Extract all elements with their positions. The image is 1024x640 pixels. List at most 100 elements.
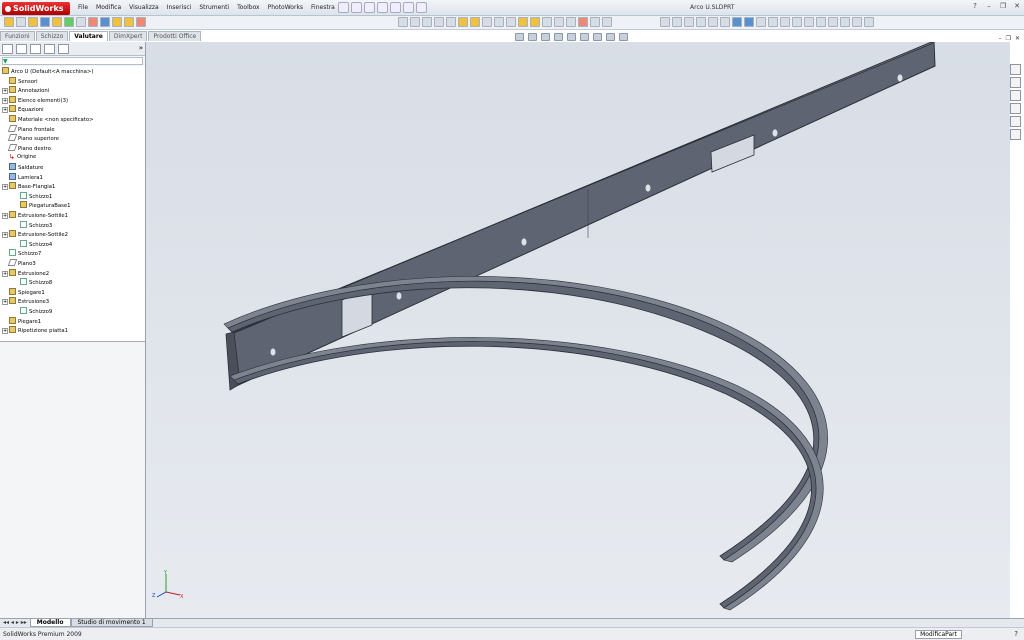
apply-scene-icon[interactable] [619, 33, 628, 41]
print-icon[interactable] [377, 2, 388, 13]
expand-toggle-icon[interactable]: + [2, 299, 8, 306]
zoom-fit-icon[interactable] [398, 17, 408, 27]
photo-icon[interactable] [660, 17, 670, 27]
propertymanager-tab-icon[interactable] [16, 44, 27, 54]
appearances-icon[interactable] [1010, 116, 1021, 127]
properties-icon[interactable] [852, 17, 862, 27]
equations-icon[interactable] [64, 17, 74, 27]
tab-dimxpert[interactable]: DimXpert [108, 31, 148, 41]
zebra-stripes-icon[interactable] [76, 17, 86, 27]
expand-toggle-icon[interactable]: + [2, 232, 8, 239]
hide-show-hud-icon[interactable] [593, 33, 602, 41]
view-palette-icon[interactable] [1010, 103, 1021, 114]
check-icon[interactable] [52, 17, 62, 27]
tree-item[interactable]: Sensori [2, 76, 38, 86]
tree-item[interactable]: Piano3 [2, 259, 36, 268]
expand-panel-icon[interactable]: » [139, 44, 143, 54]
tab-modello[interactable]: Modello [29, 619, 71, 627]
tree-item[interactable]: Spiegare1 [2, 287, 45, 297]
tree-item[interactable]: Schizzo1 [20, 191, 52, 201]
tree-root[interactable]: Arco U (Default<A macchina>) [2, 67, 93, 76]
section-view-icon[interactable] [482, 17, 492, 27]
inner-arc-band[interactable] [233, 341, 817, 609]
tree-item[interactable]: Schizzo8 [20, 278, 52, 287]
curvature-icon[interactable] [88, 17, 98, 27]
restore-icon[interactable]: ❐ [998, 2, 1008, 10]
tree-item[interactable]: ↳ Origine [2, 153, 36, 162]
draft-analysis-icon[interactable] [100, 17, 110, 27]
tree-item[interactable]: + Estrusione-Sottile2 [2, 230, 68, 239]
tree-item[interactable]: + Base-Flangia1 [2, 182, 55, 191]
measure-icon[interactable] [4, 17, 14, 27]
menu-toolbox[interactable]: Toolbox [233, 3, 264, 13]
hatch-icon[interactable] [828, 17, 838, 27]
expand-toggle-icon[interactable]: + [2, 88, 8, 95]
beam-hole-4[interactable] [521, 238, 527, 246]
viewport-minimize-icon[interactable]: – [999, 35, 1002, 42]
sensor-tool-icon[interactable] [40, 17, 50, 27]
standard-views-icon[interactable] [446, 17, 456, 27]
solidworks-logo[interactable]: SolidWorks [2, 2, 70, 15]
expand-toggle-icon[interactable]: + [2, 213, 8, 219]
expand-toggle-icon[interactable]: + [2, 328, 8, 335]
tree-item[interactable]: Piano destro [2, 143, 51, 153]
tab-schizzo[interactable]: Schizzo [35, 31, 69, 41]
dimxpertmanager-tab-icon[interactable] [44, 44, 55, 54]
chart-icon[interactable] [708, 17, 718, 27]
layer-icon[interactable] [840, 17, 850, 27]
design-library-icon[interactable] [1010, 77, 1021, 88]
beam-hole-3[interactable] [645, 184, 651, 192]
note-icon[interactable] [744, 17, 754, 27]
block-icon[interactable] [816, 17, 826, 27]
tree-item[interactable]: + Estrusione2 [2, 268, 49, 278]
tolerance-icon[interactable] [792, 17, 802, 27]
rotate-icon[interactable] [422, 17, 432, 27]
menu-modifica[interactable]: Modifica [92, 3, 125, 13]
dimension-icon[interactable] [720, 17, 730, 27]
rebuild-icon[interactable] [403, 2, 414, 13]
menu-strumenti[interactable]: Strumenti [195, 3, 233, 13]
display-style-hud-icon[interactable] [580, 33, 589, 41]
expand-toggle-icon[interactable]: + [2, 97, 8, 104]
beam-hole-2[interactable] [772, 129, 778, 137]
edit-appearance-icon[interactable] [606, 33, 615, 41]
tree-item[interactable]: Schizzo7 [2, 249, 41, 258]
save-icon[interactable] [364, 2, 375, 13]
menu-inserisci[interactable]: Inserisci [163, 3, 196, 13]
menu-file[interactable]: File [74, 3, 92, 13]
perspective-icon[interactable] [602, 17, 612, 27]
menu-finestra[interactable]: Finestra [307, 3, 339, 13]
section-view-hud-icon[interactable] [554, 33, 563, 41]
configurationmanager-tab-icon[interactable] [30, 44, 41, 54]
customize-icon[interactable] [864, 17, 874, 27]
tab-valutare[interactable]: Valutare [69, 31, 108, 41]
hide-show-icon[interactable] [518, 17, 528, 27]
previous-view-icon[interactable] [541, 33, 550, 41]
new-document-icon[interactable] [338, 2, 349, 13]
tree-filter[interactable]: ▼ [2, 57, 143, 65]
edges-icon[interactable] [470, 17, 480, 27]
expand-toggle-icon[interactable]: + [2, 270, 8, 277]
layers-icon[interactable] [684, 17, 694, 27]
file-explorer-icon[interactable] [1010, 90, 1021, 101]
close-icon[interactable]: ✕ [1012, 2, 1022, 10]
tree-item[interactable]: + Annotazioni [2, 86, 49, 95]
status-help-icon[interactable]: ? [1014, 630, 1018, 638]
expand-toggle-icon[interactable]: + [2, 107, 8, 114]
surface-finish-icon[interactable] [768, 17, 778, 27]
datum-icon[interactable] [780, 17, 790, 27]
camera-icon[interactable] [578, 17, 588, 27]
tree-item[interactable]: Schizzo9 [20, 307, 52, 316]
tab-scroll-arrows-icon[interactable]: ◂◂ ◂ ▸ ▸▸ [0, 619, 30, 627]
menu-visualizza[interactable]: Visualizza [125, 3, 163, 13]
viewport-restore-icon[interactable]: ❐ [1006, 35, 1011, 42]
center-mark-icon[interactable] [804, 17, 814, 27]
tab-studio-movimento[interactable]: Studio di movimento 1 [70, 619, 153, 627]
minimize-icon[interactable]: – [984, 2, 994, 10]
tree-item[interactable]: Piegare1 [2, 316, 41, 326]
tables-icon[interactable] [696, 17, 706, 27]
tree-item[interactable]: + Elenco elementi(3) [2, 95, 68, 105]
tab-prodotti-office[interactable]: Prodotti Office [148, 31, 202, 41]
tab-funzioni[interactable]: Funzioni [0, 31, 35, 41]
tree-item[interactable]: Piano frontale [2, 124, 55, 134]
